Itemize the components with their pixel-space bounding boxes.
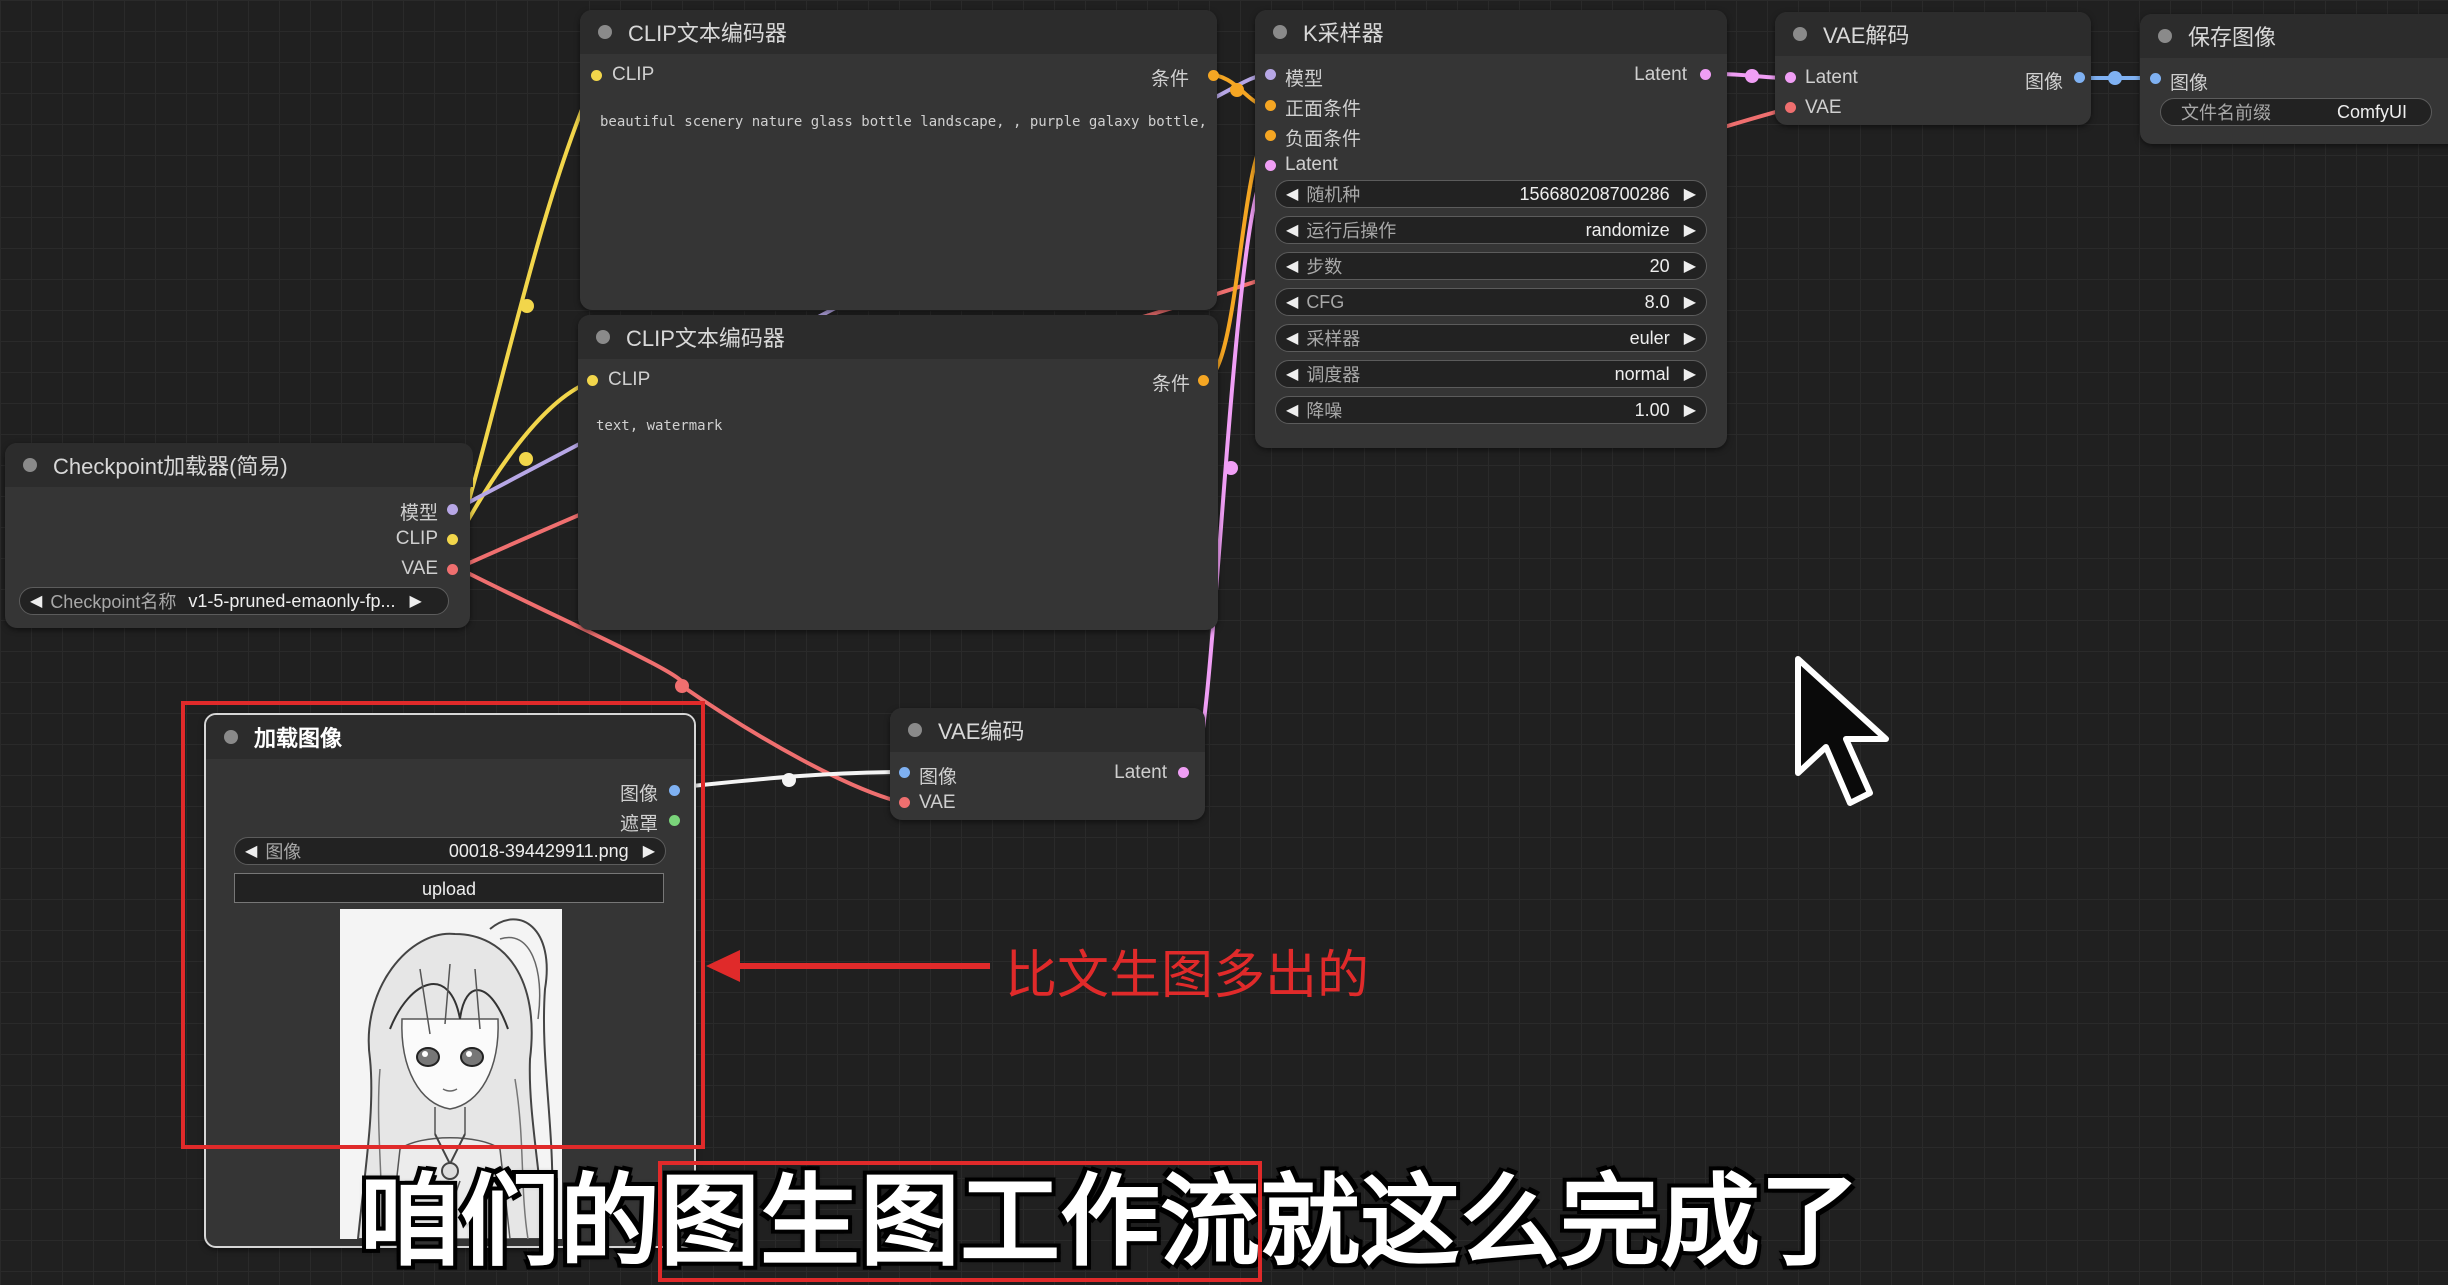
subtitle-part-1: 咱们的	[360, 1163, 660, 1280]
subtitle-part-2-highlighted: 图生图工作流	[658, 1161, 1262, 1282]
video-subtitle: 咱们的图生图工作流就这么完成了	[360, 1140, 1860, 1285]
subtitle-part-3: 就这么完成了	[1260, 1163, 1860, 1280]
mouse-pointer-icon	[1795, 656, 1889, 806]
annotation-arrow	[706, 950, 990, 982]
annotation-text: 比文生图多出的	[1005, 947, 1370, 1005]
